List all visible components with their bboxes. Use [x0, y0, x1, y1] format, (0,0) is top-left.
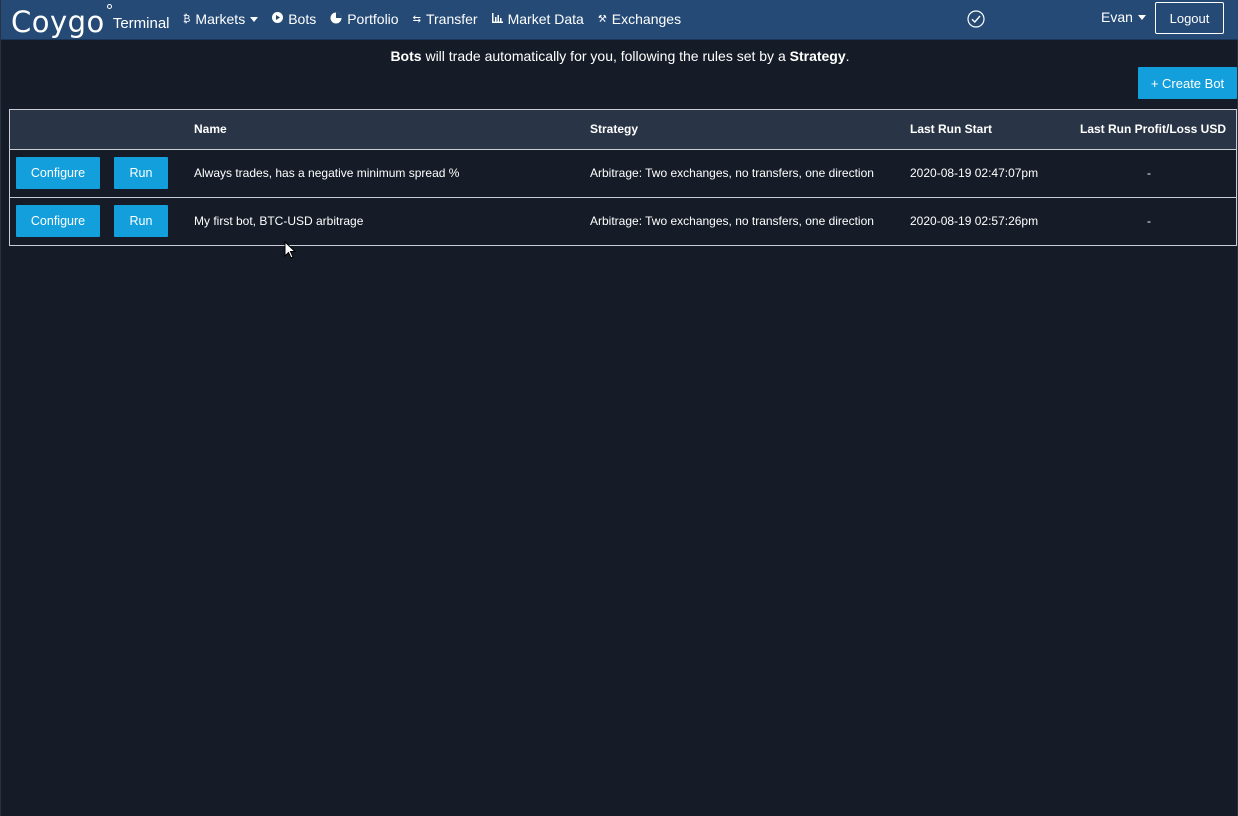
nav-item-label: Bots: [288, 11, 317, 27]
intro-text-2: .: [845, 48, 850, 64]
bot-last-run-start: 2020-08-19 02:47:07pm: [910, 166, 1039, 180]
mouse-cursor-icon: [284, 241, 296, 259]
intro-text-1: will trade automatically for you, follow…: [421, 48, 790, 64]
page: Coygo Terminal ₿ Markets Bots Portfolio …: [0, 0, 1238, 816]
create-bot-button[interactable]: + Create Bot: [1138, 67, 1237, 99]
bots-table: Name Strategy Last Run Start Last Run Pr…: [9, 109, 1237, 246]
nav-item-portfolio[interactable]: Portfolio: [330, 11, 399, 27]
bar-chart-icon: [491, 12, 503, 26]
bot-strategy: Arbitrage: Two exchanges, no transfers, …: [590, 166, 874, 180]
nav-item-label: Market Data: [507, 11, 584, 27]
bot-name: My first bot, BTC-USD arbitrage: [194, 214, 364, 228]
intro-text: Bots will trade automatically for you, f…: [1, 48, 1238, 64]
nav-item-label: Exchanges: [611, 11, 682, 27]
user-name: Evan: [1101, 9, 1133, 25]
caret-down-icon: [250, 16, 259, 22]
nav-item-transfer[interactable]: ⇆ Transfer: [413, 11, 478, 27]
configure-button[interactable]: Configure: [16, 157, 100, 189]
brand-logo: Coygo: [11, 4, 112, 40]
bot-name: Always trades, has a negative minimum sp…: [194, 166, 460, 180]
nav-item-market-data[interactable]: Market Data: [491, 11, 584, 27]
main-nav: ₿ Markets Bots Portfolio ⇆ Transfer Mark…: [183, 0, 695, 38]
intro-bold-bots: Bots: [390, 48, 422, 64]
nav-item-exchanges[interactable]: ⚒ Exchanges: [598, 11, 681, 27]
play-circle-icon: [272, 12, 284, 26]
tools-icon: ⚒: [597, 13, 607, 25]
logo-dot-icon: [106, 4, 112, 9]
configure-button[interactable]: Configure: [16, 205, 100, 237]
bot-profit-loss: -: [1147, 166, 1151, 180]
logout-button[interactable]: Logout: [1155, 2, 1224, 34]
brand-subtitle: Terminal: [112, 15, 170, 32]
bot-profit-loss: -: [1147, 214, 1151, 228]
column-header-strategy[interactable]: Strategy: [590, 122, 638, 136]
intro-bold-strategy: Strategy: [789, 48, 846, 64]
user-menu[interactable]: Evan: [1101, 9, 1146, 25]
top-navbar: Coygo Terminal ₿ Markets Bots Portfolio …: [1, 0, 1238, 40]
bot-strategy: Arbitrage: Two exchanges, no transfers, …: [590, 214, 874, 228]
nav-item-label: Markets: [195, 11, 246, 27]
bot-last-run-start: 2020-08-19 02:57:26pm: [910, 214, 1039, 228]
table-header: Name Strategy Last Run Start Last Run Pr…: [10, 110, 1236, 150]
exchange-arrows-icon: ⇆: [412, 13, 421, 25]
brand-logo-text: Coygo: [11, 5, 105, 39]
run-button[interactable]: Run: [114, 205, 168, 237]
run-button[interactable]: Run: [114, 157, 168, 189]
column-header-last-run-start[interactable]: Last Run Start: [910, 122, 992, 136]
caret-down-icon: [1137, 14, 1146, 20]
table-row: Configure Run My first bot, BTC-USD arbi…: [10, 198, 1236, 246]
nav-item-label: Transfer: [425, 11, 478, 27]
pie-chart-icon: [330, 12, 342, 27]
nav-item-label: Portfolio: [347, 11, 399, 27]
column-header-profit-loss[interactable]: Last Run Profit/Loss USD: [1080, 122, 1226, 136]
nav-item-bots[interactable]: Bots: [272, 11, 316, 27]
nav-item-markets[interactable]: ₿ Markets: [183, 11, 259, 27]
brand[interactable]: Coygo Terminal: [11, 0, 170, 40]
bitcoin-icon: ₿: [183, 13, 191, 25]
table-row: Configure Run Always trades, has a negat…: [10, 150, 1236, 198]
column-header-name[interactable]: Name: [194, 122, 227, 136]
check-circle-icon[interactable]: [967, 10, 985, 28]
